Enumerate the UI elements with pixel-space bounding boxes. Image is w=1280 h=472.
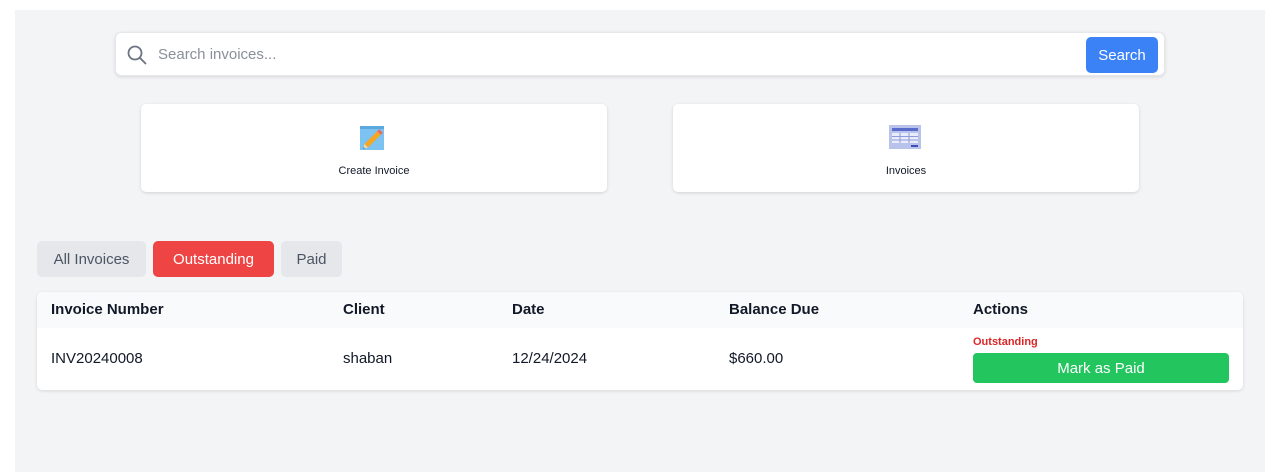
invoices-label: Invoices (885, 165, 927, 177)
cell-date: 12/24/2024 (512, 350, 588, 367)
invoice-table: Invoice Number Client Date Balance Due A… (37, 292, 1243, 390)
table-header: Invoice Number Client Date Balance Due A… (37, 292, 1243, 328)
cell-balance-due: $660.00 (729, 350, 784, 367)
search-input[interactable] (158, 39, 1078, 69)
invoices-card[interactable]: Invoices (673, 104, 1139, 192)
header-date: Date (512, 301, 545, 318)
search-bar: Search (115, 32, 1165, 76)
search-button[interactable]: Search (1086, 37, 1158, 73)
cell-invoice-number: INV20240008 (51, 350, 143, 367)
header-client: Client (343, 301, 385, 318)
invoice-dashboard: Search Create Invoice Invoices A (15, 10, 1265, 472)
header-actions: Actions (973, 301, 1029, 318)
search-icon (127, 45, 147, 65)
create-invoice-card[interactable]: Create Invoice (141, 104, 607, 192)
tab-outstanding[interactable]: Outstanding (153, 241, 274, 277)
tab-paid[interactable]: Paid (281, 241, 342, 277)
create-invoice-label: Create Invoice (338, 165, 410, 177)
status-badge: Outstanding (973, 336, 1038, 348)
mark-as-paid-button[interactable]: Mark as Paid (973, 353, 1229, 383)
cell-client: shaban (343, 350, 393, 367)
spreadsheet-icon (889, 125, 921, 149)
tab-all-invoices[interactable]: All Invoices (37, 241, 146, 277)
header-balance-due: Balance Due (729, 301, 820, 318)
pencil-memo-icon (360, 126, 384, 150)
header-invoice-number: Invoice Number (51, 301, 164, 318)
